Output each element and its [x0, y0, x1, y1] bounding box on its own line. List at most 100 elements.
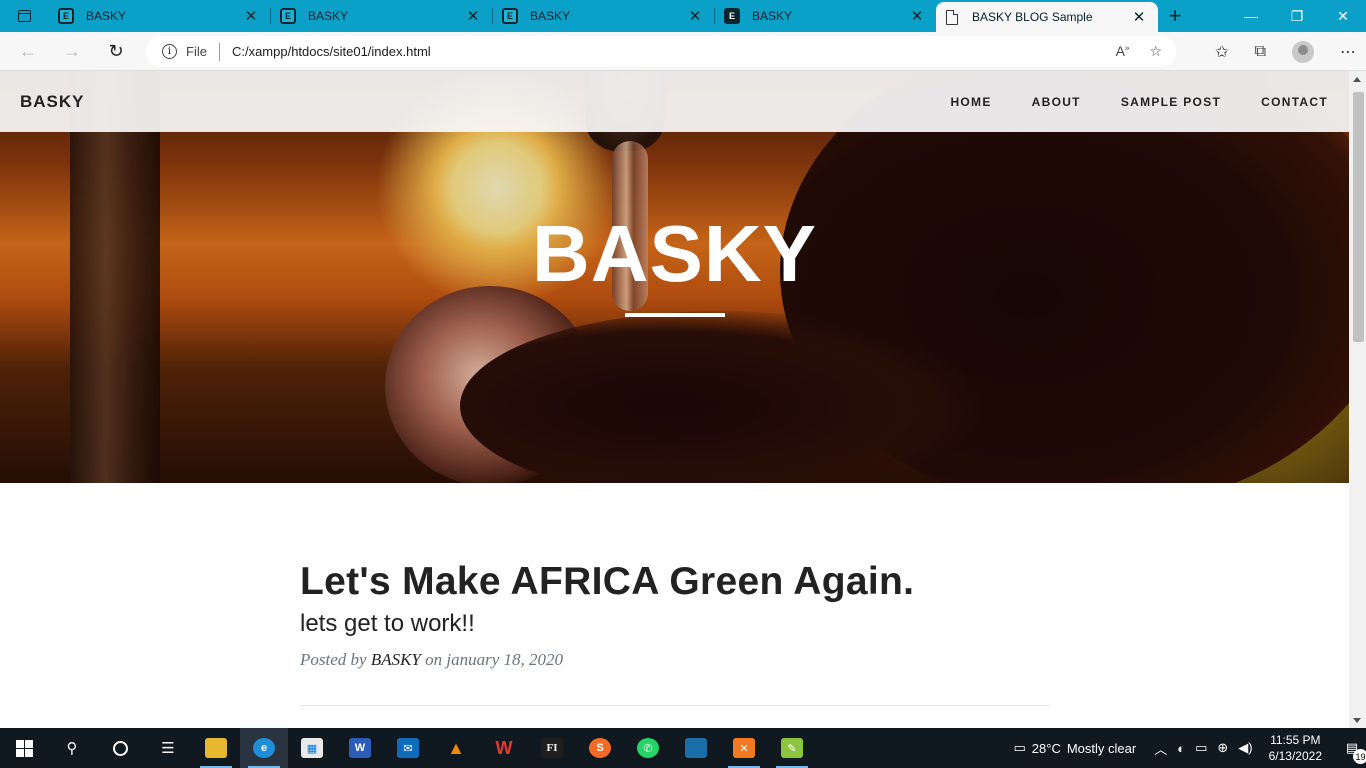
- xampp-icon: ✕: [733, 738, 755, 758]
- weather-icon: ▭: [1013, 740, 1026, 755]
- restore-icon: ❐: [1290, 7, 1304, 24]
- browser-tab[interactable]: E BASKY ✕: [714, 0, 936, 32]
- post-meta-date: on january 18, 2020: [425, 649, 564, 669]
- taskbar-vlc[interactable]: ▲: [432, 728, 480, 768]
- weather-text: Mostly clear: [1066, 740, 1137, 756]
- meet-now-icon[interactable]: ◐: [1177, 741, 1185, 756]
- post-author-link[interactable]: BASKY: [371, 650, 421, 669]
- tab-title: BASKY: [530, 9, 571, 23]
- taskbar-xampp[interactable]: ✕: [720, 728, 768, 768]
- store-icon: ▦: [301, 738, 323, 758]
- close-tab-icon[interactable]: ✕: [464, 7, 482, 25]
- info-icon[interactable]: i: [162, 44, 177, 59]
- post-preview[interactable]: Let's Make AFRICA Green Again. lets get …: [300, 560, 1050, 670]
- chevron-up-icon[interactable]: ︿: [1154, 739, 1167, 758]
- brand-link[interactable]: BASKY: [20, 92, 85, 112]
- scrollbar-thumb[interactable]: [1353, 92, 1364, 342]
- weather-widget[interactable]: ▭ 28°C Mostly clear: [1014, 740, 1137, 756]
- search-icon: ⚲: [66, 740, 78, 757]
- file-explorer-icon: [205, 738, 227, 758]
- taskbar-store[interactable]: ▦: [288, 728, 336, 768]
- address-divider: [218, 42, 220, 61]
- tab-separator: [714, 8, 715, 24]
- taskbar-whatsapp[interactable]: ✆: [624, 728, 672, 768]
- scheme-label: File: [186, 44, 207, 59]
- refresh-icon: ↻: [108, 40, 124, 61]
- taskbar-mail[interactable]: ✉: [384, 728, 432, 768]
- notification-badge: 19: [1353, 749, 1366, 764]
- volume-icon[interactable]: ◀): [1238, 740, 1252, 756]
- window-controls: — ❐ ✕: [1228, 0, 1366, 32]
- cortana-button[interactable]: [96, 728, 144, 768]
- minimize-icon: —: [1244, 8, 1258, 24]
- close-tab-icon[interactable]: ✕: [1130, 8, 1148, 26]
- toolbar-tools: ✩ ⧉ ⋯: [1215, 32, 1356, 71]
- page-scrollbar[interactable]: [1349, 71, 1366, 728]
- edge-icon: e: [253, 738, 275, 758]
- taskbar-app-blue[interactable]: [672, 728, 720, 768]
- browser-tab[interactable]: E BASKY ✕: [492, 0, 714, 32]
- tab-title: BASKY BLOG Sample: [972, 10, 1093, 24]
- favorites-icon[interactable]: ✩: [1215, 42, 1228, 62]
- collections-icon[interactable]: ⧉: [1255, 43, 1266, 61]
- back-button[interactable]: ←: [6, 41, 50, 62]
- profile-avatar[interactable]: [1292, 40, 1314, 63]
- minimize-button[interactable]: —: [1228, 0, 1274, 32]
- taskbar-sublime[interactable]: S: [576, 728, 624, 768]
- tab-actions-button[interactable]: [0, 0, 48, 32]
- post-title[interactable]: Let's Make AFRICA Green Again.: [300, 560, 1050, 604]
- network-icon[interactable]: ⊕: [1217, 740, 1228, 756]
- taskbar-file-explorer[interactable]: [192, 728, 240, 768]
- restore-button[interactable]: ❐: [1274, 0, 1320, 32]
- browser-tab-bar: E BASKY ✕ E BASKY ✕ E BASKY ✕ E BASKY ✕ …: [0, 0, 1366, 32]
- battery-icon[interactable]: ▭: [1195, 740, 1207, 756]
- more-menu-icon[interactable]: ⋯: [1340, 42, 1356, 62]
- forward-button[interactable]: →: [50, 41, 94, 62]
- site-favicon-icon: E: [502, 8, 518, 24]
- notifications-button[interactable]: ▤ 19: [1338, 740, 1366, 764]
- page-viewport: BASKY BASKY HOME ABOUT SAMPLE POST CONTA…: [0, 71, 1349, 728]
- tab-separator: [492, 8, 493, 24]
- nav-links: HOME ABOUT SAMPLE POST CONTACT: [930, 95, 1348, 109]
- taskbar-word[interactable]: W: [336, 728, 384, 768]
- taskbar-wps[interactable]: W: [480, 728, 528, 768]
- clock[interactable]: 11:55 PM 6/13/2022: [1269, 732, 1322, 764]
- add-favorite-icon[interactable]: ☆: [1149, 43, 1162, 60]
- figma-icon: FI: [541, 738, 563, 758]
- site-navbar: BASKY HOME ABOUT SAMPLE POST CONTACT: [0, 71, 1349, 132]
- scroll-down-icon[interactable]: [1353, 718, 1361, 723]
- nav-about[interactable]: ABOUT: [1012, 95, 1101, 109]
- refresh-button[interactable]: ↻: [94, 41, 138, 62]
- whatsapp-icon: ✆: [637, 738, 659, 758]
- close-tab-icon[interactable]: ✕: [908, 7, 926, 25]
- browser-tab[interactable]: E BASKY ✕: [48, 0, 270, 32]
- close-tab-icon[interactable]: ✕: [242, 7, 260, 25]
- new-tab-button[interactable]: +: [1158, 0, 1192, 32]
- address-bar[interactable]: i File C:/xampp/htdocs/site01/index.html…: [146, 36, 1176, 67]
- nav-contact[interactable]: CONTACT: [1241, 95, 1348, 109]
- nav-sample-post[interactable]: SAMPLE POST: [1101, 95, 1241, 109]
- start-button[interactable]: [0, 728, 48, 768]
- taskbar-notepad-plus[interactable]: ✎: [768, 728, 816, 768]
- taskbar-edge[interactable]: e: [240, 728, 288, 768]
- nav-home[interactable]: HOME: [930, 95, 1011, 109]
- clock-time: 11:55 PM: [1270, 732, 1321, 747]
- taskbar-figma[interactable]: FI: [528, 728, 576, 768]
- close-window-button[interactable]: ✕: [1320, 0, 1366, 32]
- scroll-up-icon[interactable]: [1353, 77, 1361, 82]
- browser-tab-active[interactable]: BASKY BLOG Sample ✕: [936, 2, 1158, 32]
- windows-logo-icon: [15, 739, 33, 757]
- back-arrow-icon: ←: [19, 40, 37, 61]
- notepad-plus-icon: ✎: [781, 738, 803, 758]
- task-view-button[interactable]: ☰: [144, 728, 192, 768]
- search-button[interactable]: ⚲: [48, 728, 96, 768]
- read-aloud-icon[interactable]: A»: [1116, 43, 1130, 60]
- tab-separator: [270, 8, 271, 24]
- post-subtitle[interactable]: lets get to work!!: [300, 610, 1050, 638]
- task-view-icon: ☰: [161, 740, 175, 757]
- browser-tab[interactable]: E BASKY ✕: [270, 0, 492, 32]
- close-tab-icon[interactable]: ✕: [686, 7, 704, 25]
- url-text[interactable]: C:/xampp/htdocs/site01/index.html: [232, 44, 431, 59]
- sublime-icon: S: [589, 738, 611, 758]
- cortana-icon: [112, 740, 128, 756]
